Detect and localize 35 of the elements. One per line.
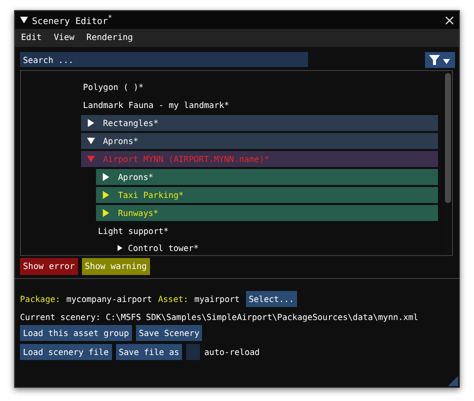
scroll-thumb[interactable] <box>445 73 451 203</box>
action-button[interactable]: Load this asset group <box>20 325 132 341</box>
tree-group-header[interactable]: Taxi Parking* <box>96 187 438 203</box>
status-button[interactable]: Show warning <box>82 258 150 275</box>
filter-button[interactable] <box>425 52 455 68</box>
action-button[interactable]: Save Scenery <box>136 325 202 341</box>
resize-grip-icon[interactable] <box>448 376 458 386</box>
tree-item[interactable]: Light support* <box>98 226 169 236</box>
package-value: mycompany-airport <box>66 294 152 304</box>
window-title: Scenery Editor$^{*}$ <box>32 14 114 26</box>
tree-group-header[interactable]: Aprons* <box>96 169 438 185</box>
action-button[interactable]: Load scenery file <box>20 344 112 360</box>
expand-arrow-icon <box>117 245 123 251</box>
tree-group-header[interactable]: Rectangles* <box>81 115 438 131</box>
auto-reload-label: auto-reload <box>204 347 260 357</box>
close-icon[interactable] <box>445 16 454 24</box>
asset-value: myairport <box>194 294 240 304</box>
auto-reload-checkbox[interactable] <box>186 344 200 360</box>
search-field[interactable]: Search ... <box>20 52 308 67</box>
select-button[interactable]: Select... <box>246 291 298 307</box>
tree-item[interactable]: Landmark Fauna - my landmark* <box>83 100 230 110</box>
tree-item[interactable]: Polygon ( )* <box>83 82 144 92</box>
current-scenery-path: Current scenery: C:\MSFS SDK\Samples\SimpleAirport\PackageSources\data\mynn.xml <box>19 311 420 322</box>
package-label: Package: <box>20 294 60 304</box>
tree-group-header[interactable]: Aprons* <box>81 133 438 149</box>
menu-item[interactable]: View <box>54 33 74 43</box>
menu-item[interactable]: Rendering <box>86 33 133 43</box>
tree-node[interactable]: Control tower* <box>117 241 438 255</box>
tree-group-header[interactable]: Runways* <box>96 205 438 221</box>
filter-icon <box>428 54 452 66</box>
action-button[interactable]: Save file as <box>116 344 182 360</box>
status-button[interactable]: Show error <box>20 258 78 275</box>
collapse-icon[interactable] <box>20 16 28 24</box>
menu-item[interactable]: Edit <box>21 33 42 43</box>
asset-label: Asset: <box>158 294 188 304</box>
